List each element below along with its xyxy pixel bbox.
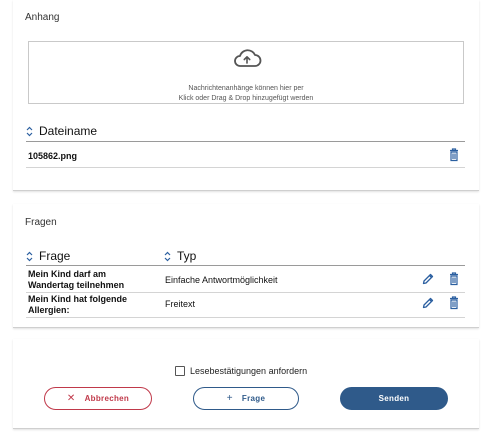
cancel-button-label: Abbrechen bbox=[84, 394, 130, 403]
read-receipt-option[interactable]: Lesebestätigungen anfordern bbox=[175, 366, 307, 376]
divider bbox=[26, 265, 465, 266]
attachment-filename: 105862.png bbox=[28, 151, 78, 161]
question-text-line: Mein Kind hat folgende bbox=[28, 294, 127, 304]
actions-card: Lesebestätigungen anfordern ✕ Abbrechen … bbox=[13, 339, 479, 429]
send-button-label: Senden bbox=[378, 394, 410, 403]
plus-icon: + bbox=[226, 393, 233, 404]
attachments-title: Anhang bbox=[25, 12, 60, 23]
questions-card: Fragen Frage Typ Mein Kind darf am Wande… bbox=[13, 204, 479, 328]
question-header-label: Frage bbox=[39, 249, 71, 263]
delete-question-icon[interactable] bbox=[447, 272, 461, 286]
question-column-header[interactable]: Frage bbox=[26, 249, 70, 263]
delete-attachment-icon[interactable] bbox=[447, 148, 461, 162]
close-icon: ✕ bbox=[66, 393, 76, 404]
dropzone-hint-line1: Nachrichtenanhänge können hier per bbox=[188, 85, 304, 92]
attachment-dropzone[interactable]: Nachrichtenanhänge können hier per Klick… bbox=[28, 41, 464, 104]
question-text-line: Wandertag teilnehmen bbox=[28, 280, 125, 290]
type-header-label: Typ bbox=[177, 249, 197, 263]
divider bbox=[26, 141, 465, 142]
read-receipt-checkbox[interactable] bbox=[175, 366, 185, 376]
question-text-line: Mein Kind darf am bbox=[28, 269, 107, 279]
cloud-upload-icon bbox=[234, 49, 262, 67]
read-receipt-label: Lesebestätigungen anfordern bbox=[190, 366, 308, 376]
edit-question-icon[interactable] bbox=[421, 272, 435, 286]
type-column-header[interactable]: Typ bbox=[164, 249, 196, 263]
dropzone-hint-line2: Klick oder Drag & Drop hinzugefügt werde… bbox=[178, 95, 314, 102]
send-button[interactable]: Senden bbox=[340, 387, 448, 410]
questions-title: Fragen bbox=[25, 217, 57, 228]
question-type: Einfache Antwortmöglichkeit bbox=[165, 275, 278, 285]
divider bbox=[26, 167, 465, 168]
filename-header-label: Dateiname bbox=[39, 124, 98, 138]
sort-icon bbox=[26, 251, 33, 261]
cancel-button[interactable]: ✕ Abbrechen bbox=[44, 387, 152, 410]
question-type: Freitext bbox=[165, 299, 196, 309]
attachments-card: Anhang Nachrichtenanhänge können hier pe… bbox=[13, 0, 479, 191]
delete-question-icon[interactable] bbox=[447, 296, 461, 310]
question-text: Mein Kind hat folgende Allergien: bbox=[28, 294, 127, 316]
divider bbox=[26, 292, 465, 293]
filename-column-header[interactable]: Dateiname bbox=[26, 124, 97, 138]
question-text-line: Allergien: bbox=[28, 305, 70, 315]
add-question-button[interactable]: + Frage bbox=[193, 387, 299, 410]
edit-question-icon[interactable] bbox=[421, 296, 435, 310]
question-text: Mein Kind darf am Wandertag teilnehmen bbox=[28, 269, 124, 291]
sort-icon bbox=[164, 251, 171, 261]
add-question-button-label: Frage bbox=[241, 394, 266, 403]
sort-icon bbox=[26, 126, 33, 136]
divider bbox=[26, 317, 465, 318]
